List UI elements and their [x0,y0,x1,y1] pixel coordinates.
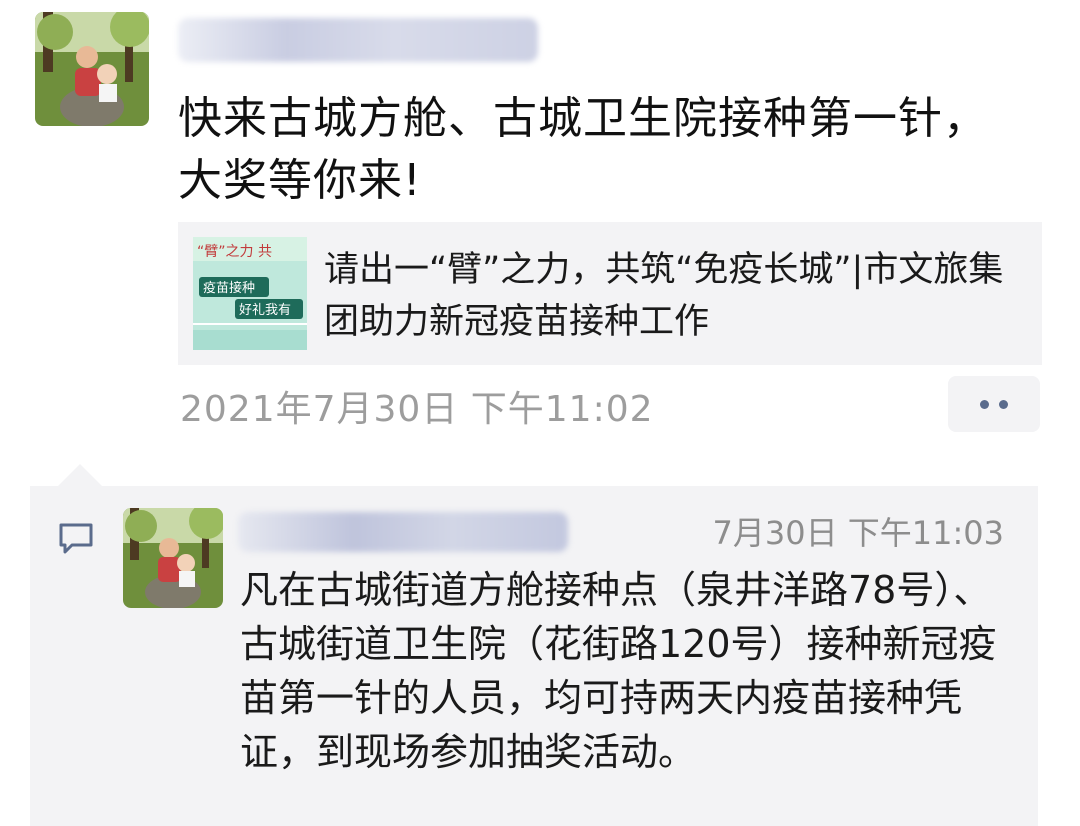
more-actions-button[interactable] [948,376,1040,432]
comment-area-caret [58,464,102,486]
comment-text: 凡在古城街道方舱接种点（泉井洋路78号）、古城街道卫生院（花街路120号）接种新… [240,568,997,774]
thumb-line-3: 好礼我有 [239,302,291,318]
thumb-line-1: “臂”之力 共 [197,244,272,260]
thumb-line-2: 疫苗接种 [203,280,255,296]
shared-link-card[interactable]: “臂”之力 共 疫苗接种 好礼我有 请出一“臂”之力，共筑“免疫长城”|市文旅集… [178,222,1042,365]
more-dots-icon [980,399,989,409]
comment-timestamp: 7月30日 下午11:03 [712,514,1004,552]
commenter-name-redacted [238,512,568,552]
post-timestamp: 2021年7月30日 下午11:02 [180,389,654,430]
commenter-avatar[interactable] [123,508,223,608]
link-title: 请出一“臂”之力，共筑“免疫长城”|市文旅集团助力新冠疫苗接种工作 [324,250,1004,342]
moment-text: 快来古城方舱、古城卫生院接种第一针，大奖等你来! [178,93,988,206]
more-dots-icon-2 [999,399,1008,409]
author-name-redacted [178,18,538,62]
author-avatar[interactable] [35,12,149,126]
link-thumbnail: “臂”之力 共 疫苗接种 好礼我有 [193,237,307,350]
comment-bubble-icon [58,522,94,560]
